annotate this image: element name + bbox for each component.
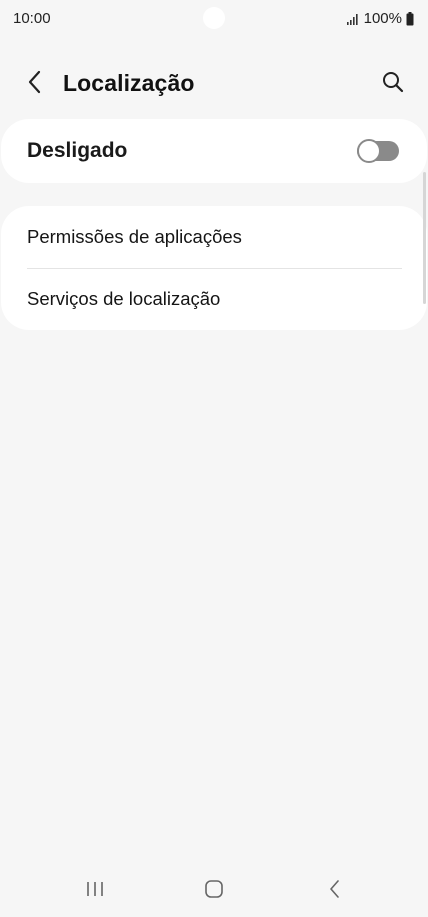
chevron-left-icon: [27, 69, 43, 100]
back-icon: [328, 879, 342, 904]
list-item-location-services[interactable]: Serviços de localização: [1, 268, 427, 330]
scroll-indicator[interactable]: [423, 172, 426, 304]
settings-list-card: Permissões de aplicações Serviços de loc…: [1, 206, 427, 330]
battery-icon: [406, 11, 414, 26]
battery-percentage: 100%: [363, 10, 402, 27]
home-icon: [204, 879, 224, 904]
status-indicators: 100%: [346, 10, 414, 27]
recent-apps-icon: [85, 880, 105, 903]
location-toggle-label: Desligado: [27, 139, 128, 162]
back-button[interactable]: [20, 69, 50, 99]
signal-icon: [346, 12, 360, 26]
list-item-label: Permissões de aplicações: [27, 226, 242, 247]
list-item-app-permissions[interactable]: Permissões de aplicações: [1, 206, 427, 268]
home-button[interactable]: [199, 879, 229, 903]
page-title: Localização: [63, 70, 195, 96]
list-item-label: Serviços de localização: [27, 288, 221, 309]
status-bar: 10:00 100%: [0, 0, 428, 38]
switch-knob: [357, 139, 381, 163]
status-time: 10:00: [13, 10, 51, 27]
app-header: Localização: [0, 60, 428, 108]
camera-cutout: [203, 7, 225, 29]
location-toggle-card[interactable]: Desligado: [1, 119, 427, 183]
nav-back-button[interactable]: [320, 879, 350, 903]
location-switch[interactable]: [357, 139, 399, 163]
search-button[interactable]: [378, 69, 408, 99]
search-icon: [381, 70, 405, 99]
recent-apps-button[interactable]: [80, 879, 110, 903]
navigation-bar: [0, 866, 428, 917]
